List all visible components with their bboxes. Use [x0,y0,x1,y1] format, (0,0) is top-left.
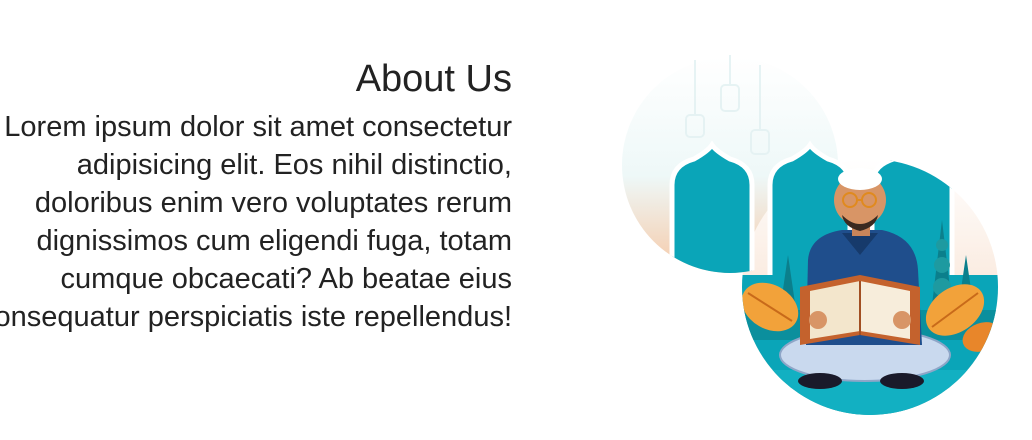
about-title: About Us [355,58,512,100]
about-section: About Us Lorem ipsum dolor sit amet cons… [0,56,512,336]
about-body-text: Lorem ipsum dolor sit amet consectetur a… [0,111,512,333]
man-reading-quran-illustration [620,55,1010,425]
